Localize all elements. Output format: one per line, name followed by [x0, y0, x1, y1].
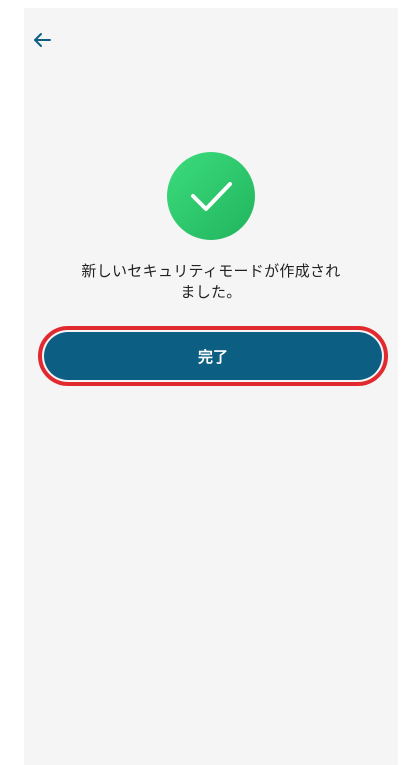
success-message: 新しいセキュリティモードが作成され ました。	[44, 261, 378, 303]
security-mode-created-screen: 新しいセキュリティモードが作成され ました。 完了	[24, 8, 398, 765]
back-button[interactable]	[30, 28, 54, 52]
success-message-line-1: 新しいセキュリティモードが作成され	[81, 262, 341, 280]
success-message-line-2: ました。	[180, 283, 242, 301]
check-circle-icon	[191, 182, 232, 211]
done-button[interactable]: 完了	[44, 332, 382, 380]
success-check-badge	[167, 152, 255, 240]
arrow-left-icon	[34, 33, 51, 47]
